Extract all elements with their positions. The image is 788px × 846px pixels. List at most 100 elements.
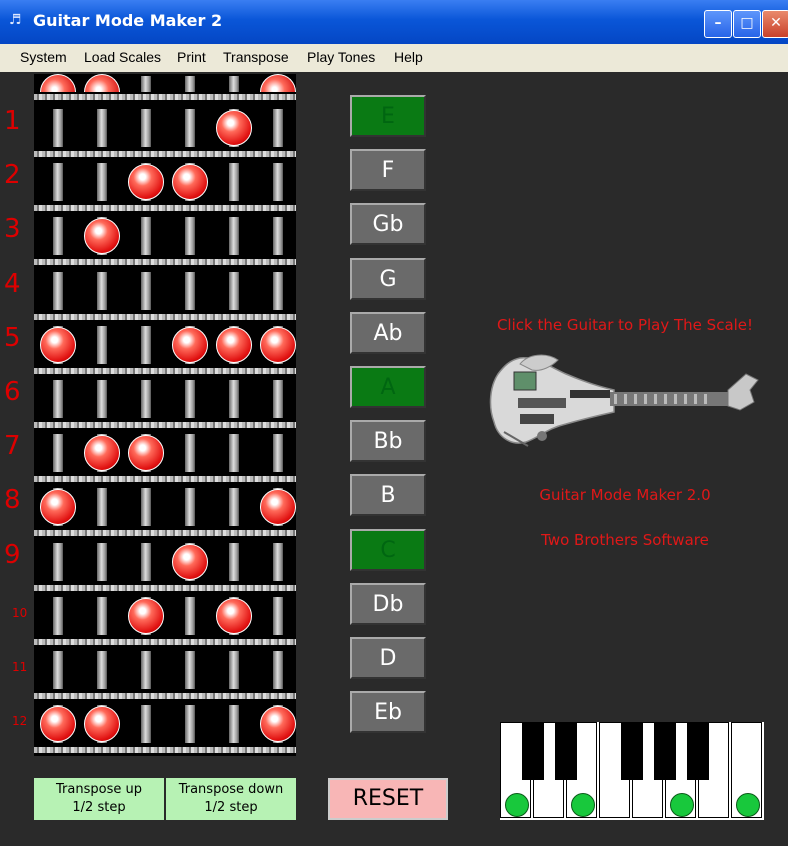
transpose-up-button[interactable]: Transpose up 1/2 step (34, 778, 164, 820)
string-segment (229, 542, 239, 581)
piano-black-key[interactable] (687, 722, 709, 780)
string-segment (141, 217, 151, 256)
fret-rail (34, 205, 296, 212)
string-segment (53, 271, 63, 310)
fret-number-10: 10 (12, 605, 28, 620)
title-bar[interactable]: ♬ Guitar Mode Maker 2 – □ ✕ (0, 0, 788, 44)
fret-rail (34, 747, 296, 754)
note-button-f[interactable]: F (350, 149, 426, 192)
fret-dot (128, 597, 164, 634)
transpose-down-line2: 1/2 step (204, 800, 258, 815)
menu-transpose[interactable]: Transpose (223, 49, 289, 65)
string-segment (229, 705, 239, 744)
maximize-button[interactable]: □ (733, 10, 761, 38)
note-button-g[interactable]: G (350, 257, 426, 300)
string-segment (229, 488, 239, 527)
close-button[interactable]: ✕ (762, 10, 788, 38)
click-guitar-hint: Click the Guitar to Play The Scale! (496, 316, 754, 334)
piano-black-key[interactable] (555, 722, 577, 780)
note-button-d[interactable]: D (350, 637, 426, 679)
string-segment (185, 434, 195, 473)
string-segment (141, 705, 151, 744)
string-segment (273, 380, 283, 418)
note-button-a[interactable]: A (350, 366, 426, 408)
reset-button[interactable]: RESET (328, 778, 448, 820)
fret-dot (260, 706, 296, 743)
fret-rail (34, 259, 296, 266)
string-segment (53, 217, 63, 256)
transpose-down-line1: Transpose down (178, 782, 284, 797)
string-segment (97, 488, 107, 527)
string-segment (97, 596, 107, 635)
menu-system[interactable]: System (20, 49, 67, 65)
menu-help[interactable]: Help (394, 49, 423, 65)
menu-play-tones[interactable]: Play Tones (307, 49, 375, 65)
string-segment (229, 217, 239, 256)
fret-rail (34, 367, 296, 374)
fret-dot (172, 326, 208, 363)
string-segment (185, 217, 195, 256)
fretboard[interactable] (34, 74, 296, 756)
guitar-image[interactable] (484, 346, 760, 456)
fret-dot (172, 164, 208, 201)
note-button-ab[interactable]: Ab (350, 311, 426, 354)
piano-keyboard[interactable] (500, 722, 764, 820)
transpose-up-line1: Transpose up (56, 782, 142, 797)
fret-rail (34, 151, 296, 157)
string-segment (273, 163, 283, 202)
fret-dot (84, 435, 120, 472)
fret-number-12: 12 (12, 714, 28, 729)
string-segment (53, 651, 63, 689)
fret-rail (34, 584, 296, 591)
piano-key-dot (571, 793, 595, 817)
string-segment (185, 488, 195, 527)
menu-load-scales[interactable]: Load Scales (84, 49, 161, 65)
piano-key-dot (736, 793, 760, 817)
transpose-down-button[interactable]: Transpose down 1/2 step (166, 778, 296, 820)
string-segment (185, 651, 195, 689)
string-segment (273, 109, 283, 147)
app-name-text: Guitar Mode Maker 2.0 (539, 486, 711, 504)
string-segment (273, 596, 283, 635)
fret-rail (34, 476, 296, 483)
fret-dot (40, 326, 76, 363)
menu-print[interactable]: Print (177, 49, 206, 65)
string-segment (97, 109, 107, 147)
fret-dot (216, 110, 252, 146)
note-button-db[interactable]: Db (350, 582, 426, 625)
string-segment (141, 651, 151, 689)
fret-number-3: 3 (4, 214, 21, 245)
fret-number-7: 7 (4, 431, 21, 462)
piano-black-key[interactable] (522, 722, 544, 780)
string-segment (185, 380, 195, 418)
note-button-gb[interactable]: Gb (350, 203, 426, 246)
fret-dot (40, 706, 76, 743)
fret-rail (34, 693, 296, 699)
string-segment (273, 651, 283, 689)
string-segment (141, 109, 151, 147)
piano-black-key[interactable] (621, 722, 643, 780)
fret-dot (260, 326, 296, 363)
fret-rail (34, 94, 296, 100)
fret-dot (216, 326, 252, 363)
string-segment (185, 596, 195, 635)
open-string (229, 76, 239, 92)
fret-dot (216, 597, 252, 634)
string-segment (273, 271, 283, 310)
minimize-button[interactable]: – (704, 10, 732, 38)
string-segment (97, 163, 107, 202)
note-button-eb[interactable]: Eb (350, 691, 426, 734)
string-segment (97, 380, 107, 418)
string-segment (97, 651, 107, 689)
string-segment (273, 217, 283, 256)
string-segment (141, 380, 151, 418)
note-button-b[interactable]: B (350, 474, 426, 517)
string-segment (141, 542, 151, 581)
fret-number-2: 2 (4, 160, 21, 191)
note-button-bb[interactable]: Bb (350, 420, 426, 463)
piano-black-key[interactable] (654, 722, 676, 780)
note-button-e[interactable]: E (350, 95, 426, 137)
note-button-c[interactable]: C (350, 528, 426, 571)
string-segment (229, 163, 239, 202)
string-segment (53, 163, 63, 202)
